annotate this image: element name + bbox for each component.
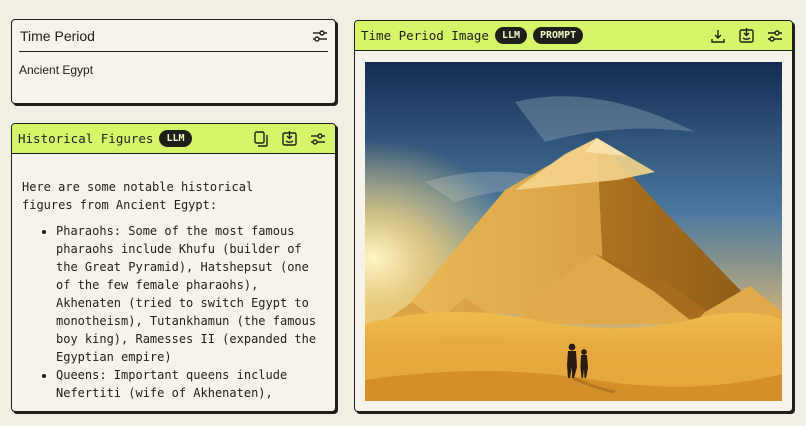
historical-figures-card: Historical Figures LLM Here are some not… — [11, 123, 336, 412]
prompt-badge: PROMPT — [533, 27, 584, 44]
time-period-value: Ancient Egypt — [19, 63, 94, 77]
llm-badge: LLM — [494, 27, 527, 44]
historical-figures-title: Historical Figures — [18, 131, 154, 146]
list-item: Pharaohs: Some of the most famous pharao… — [56, 222, 321, 366]
historical-figures-header: Historical Figures LLM — [12, 124, 335, 154]
copy-icon[interactable] — [254, 130, 268, 147]
time-period-card: Time Period Ancient Egypt — [11, 19, 336, 104]
sliders-icon[interactable] — [768, 29, 782, 42]
intro-text: Here are some notable historical figures… — [22, 180, 254, 212]
list-item: Queens: Important queens include Neferti… — [56, 366, 321, 402]
time-period-header: Time Period — [19, 20, 328, 52]
pyramid-image — [365, 62, 782, 401]
sliders-icon[interactable] — [313, 29, 327, 42]
inbox-icon[interactable] — [282, 131, 297, 146]
llm-badge: LLM — [159, 130, 192, 147]
time-period-image-header: Time Period Image LLM PROMPT — [355, 21, 792, 51]
sliders-icon[interactable] — [311, 132, 325, 145]
historical-figures-content: Here are some notable historical figures… — [12, 154, 335, 402]
time-period-image-card: Time Period Image LLM PROMPT — [354, 20, 793, 412]
time-period-title: Time Period — [20, 27, 95, 44]
time-period-image-title: Time Period Image — [361, 28, 489, 43]
inbox-icon[interactable] — [739, 28, 754, 43]
download-icon[interactable] — [711, 29, 725, 43]
figures-list: Pharaohs: Some of the most famous pharao… — [22, 222, 321, 402]
